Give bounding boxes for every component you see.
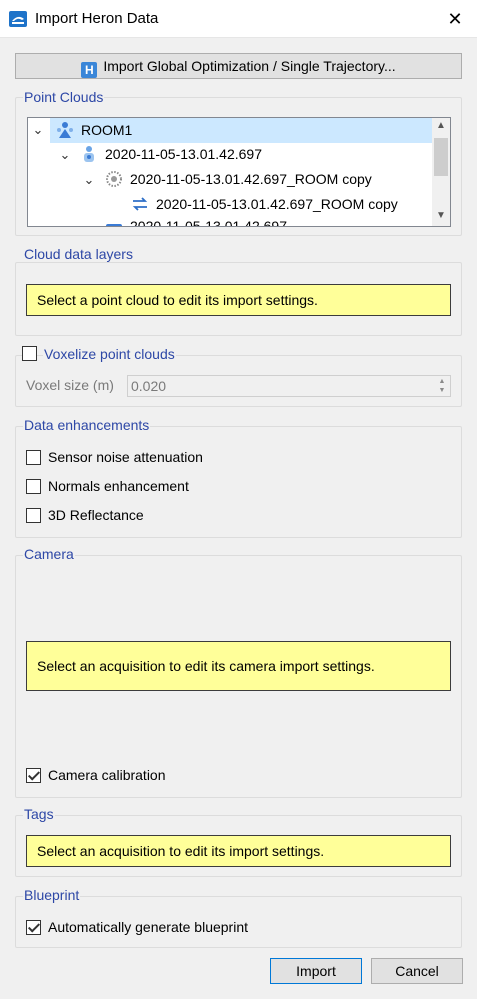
blueprint-title: Blueprint xyxy=(23,887,81,903)
chevron-down-icon[interactable]: ⌄ xyxy=(31,123,45,137)
tree-label-point-cloud: 2020-11-05-13.01.42.697_ROOM copy xyxy=(130,171,372,187)
tree-label-trajectory: 2020-11-05-13.01.42.697_ROOM copy xyxy=(156,196,398,212)
cloud-data-layers-note: Select a point cloud to edit its import … xyxy=(26,284,451,316)
trajectory-icon xyxy=(132,197,148,211)
sensor-noise-label[interactable]: Sensor noise attenuation xyxy=(48,449,203,465)
sensor-noise-checkbox[interactable] xyxy=(26,450,41,465)
tags-title: Tags xyxy=(23,806,55,822)
voxel-size-input[interactable]: 0.020 ▲ ▼ xyxy=(127,375,451,397)
title-bar: Import Heron Data ✕ xyxy=(0,0,477,38)
camera-calibration-checkbox[interactable] xyxy=(26,768,41,783)
import-global-optimization-button[interactable]: H Import Global Optimization / Single Tra… xyxy=(15,53,462,79)
cancel-button[interactable]: Cancel xyxy=(371,958,463,984)
camera-title: Camera xyxy=(23,546,75,562)
voxel-size-label: Voxel size (m) xyxy=(26,377,114,393)
room-sensor-icon xyxy=(57,122,73,138)
scroll-down-icon[interactable]: ▼ xyxy=(432,208,450,224)
voxelize-checkbox[interactable] xyxy=(22,346,37,361)
tree-scrollbar[interactable]: ▲ ▼ xyxy=(432,118,450,226)
camera-note: Select an acquisition to edit its camera… xyxy=(26,641,451,691)
chevron-down-icon[interactable]: ⌄ xyxy=(82,173,96,187)
camera-icon xyxy=(106,224,122,226)
import-global-optimization-label: Import Global Optimization / Single Traj… xyxy=(103,58,396,74)
close-icon[interactable]: ✕ xyxy=(444,9,466,29)
point-cloud-tree[interactable]: ⌄ ROOM1 ⌄ 2020-11-05-13.01.42.697 ⌄ 2020… xyxy=(27,117,451,227)
import-button[interactable]: Import xyxy=(270,958,362,984)
data-enhancements-title: Data enhancements xyxy=(23,417,151,433)
auto-blueprint-checkbox[interactable] xyxy=(26,920,41,935)
camera-calibration-label[interactable]: Camera calibration xyxy=(48,767,166,783)
tree-label-scanner: 2020-11-05-13.01.42.697 xyxy=(105,146,262,162)
scroll-thumb[interactable] xyxy=(434,138,448,176)
point-cloud-icon xyxy=(106,171,122,187)
cloud-data-layers-title: Cloud data layers xyxy=(23,246,134,262)
auto-blueprint-label[interactable]: Automatically generate blueprint xyxy=(48,919,248,935)
scroll-up-icon[interactable]: ▲ xyxy=(432,118,450,134)
tree-label-room1: ROOM1 xyxy=(81,122,133,138)
tags-note: Select an acquisition to edit its import… xyxy=(26,835,451,867)
point-clouds-title: Point Clouds xyxy=(23,89,105,105)
window-title: Import Heron Data xyxy=(35,10,159,27)
normals-enhancement-label[interactable]: Normals enhancement xyxy=(48,478,189,494)
spin-arrows-icon[interactable]: ▲ ▼ xyxy=(436,377,448,395)
chevron-down-icon[interactable]: ⌄ xyxy=(58,148,72,162)
heron-h-icon: H xyxy=(81,62,98,78)
scanner-icon xyxy=(84,146,94,162)
voxel-size-value: 0.020 xyxy=(131,378,167,394)
reflectance-label[interactable]: 3D Reflectance xyxy=(48,507,144,523)
reflectance-checkbox[interactable] xyxy=(26,508,41,523)
voxelize-title[interactable]: Voxelize point clouds xyxy=(43,346,176,362)
normals-enhancement-checkbox[interactable] xyxy=(26,479,41,494)
tree-label-camera: 2020-11-05-13.01.42.697 xyxy=(130,218,287,227)
heron-icon xyxy=(9,11,27,27)
